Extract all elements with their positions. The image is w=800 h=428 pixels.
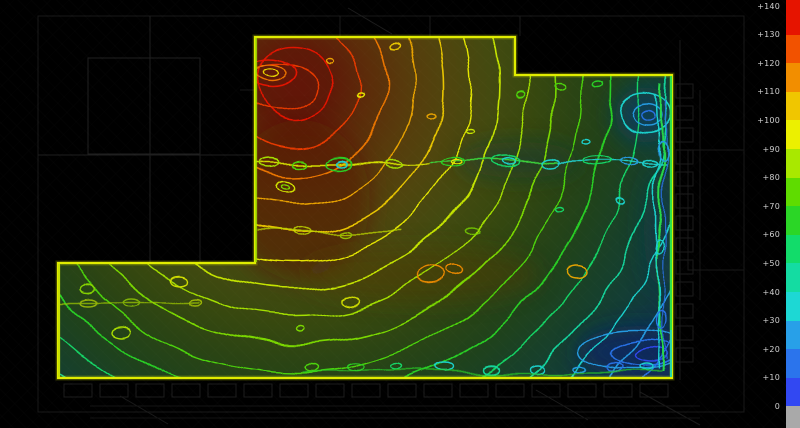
hatch-blocks-bottom	[64, 384, 668, 397]
hatch-blocks-right	[676, 84, 693, 362]
contour-map-canvas	[0, 0, 800, 428]
map-viewport[interactable]	[0, 0, 800, 428]
elevation-map-view: +140+130+120+110+100+90+80+70+60+50+40+3…	[0, 0, 800, 428]
